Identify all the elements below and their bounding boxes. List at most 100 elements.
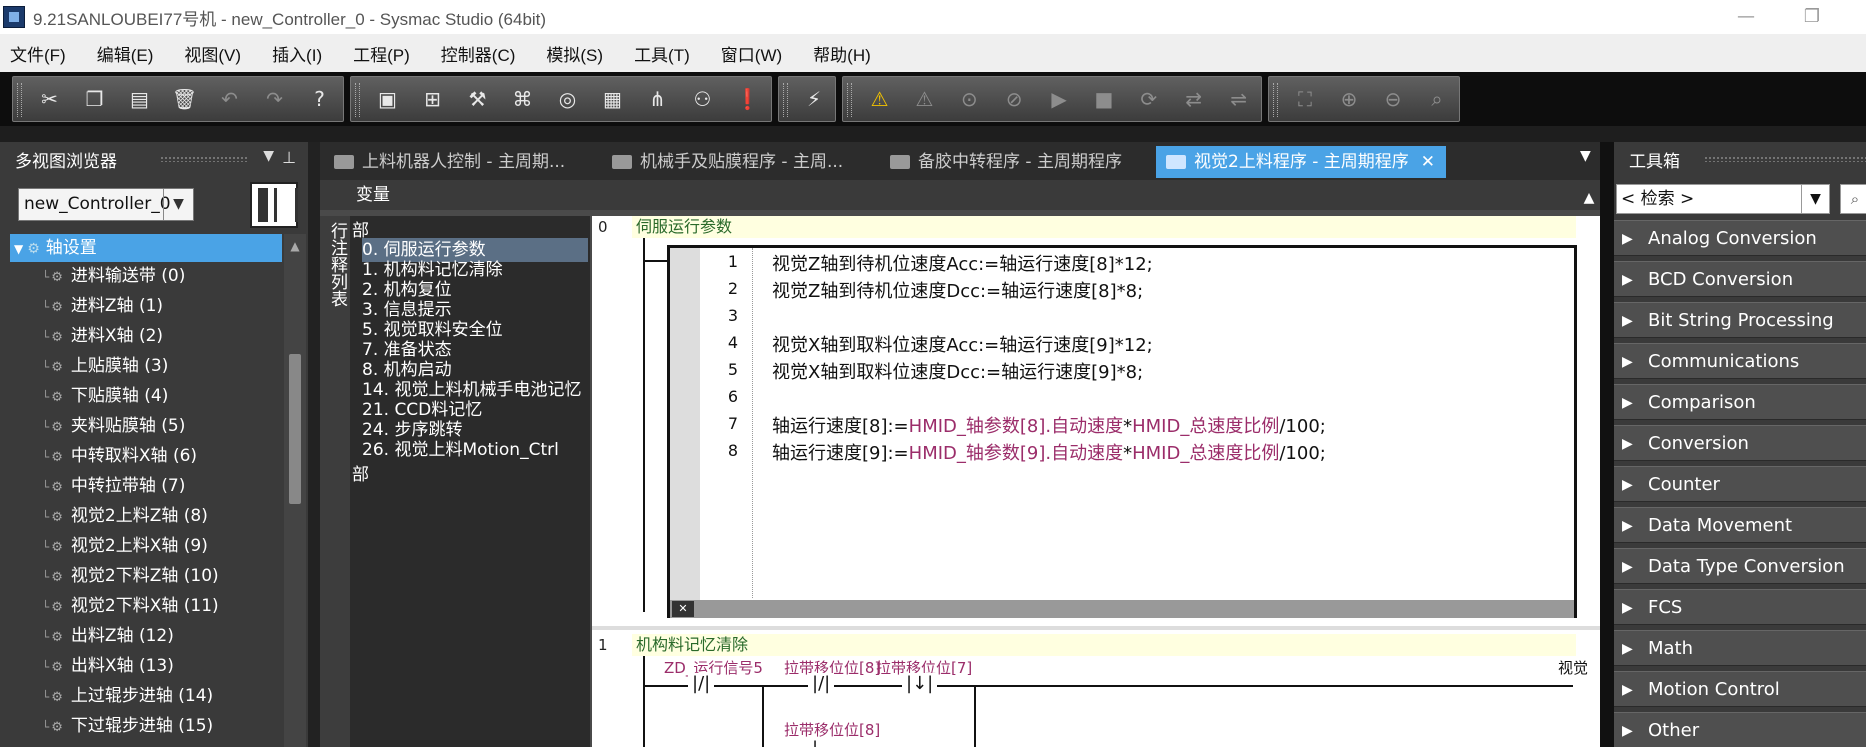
network-icon[interactable]: ⌘	[500, 79, 545, 119]
zoom-out-icon[interactable]: ⊖	[1371, 79, 1415, 119]
tree-item-axis[interactable]: └ ⚙ 下过辊步进轴 (15)	[42, 711, 213, 741]
controller-device-icon[interactable]	[250, 182, 298, 228]
ladder-program-area[interactable]: 0 伺服运行参数 1 2 3 4 5 6 7 8 视觉Z轴到待机位速度Acc:=…	[592, 216, 1600, 747]
code-line[interactable]: 视觉Z轴到待机位速度Acc:=轴运行速度[8]*12;	[772, 250, 1153, 276]
minimize-button[interactable]: —	[1720, 2, 1772, 32]
pin-icon[interactable]: ⊥	[282, 148, 296, 167]
toolbox-category[interactable]: ▶ Data Type Conversion	[1614, 548, 1866, 584]
undo-icon[interactable]: ↶	[207, 79, 252, 119]
chevron-down-icon[interactable]: ▼	[163, 189, 193, 220]
window-icon[interactable]: ⊞	[410, 79, 455, 119]
warning-icon[interactable]: ⚠	[857, 79, 902, 119]
menu-view[interactable]: 视图(V)	[180, 41, 245, 66]
rung-comment[interactable]: 机构料记忆清除	[632, 634, 1576, 656]
section-item[interactable]: 26. 视觉上料Motion_Ctrl	[362, 438, 588, 462]
menu-tools[interactable]: 工具(T)	[630, 41, 694, 66]
transfer-icon[interactable]: ▶	[1037, 79, 1082, 119]
menu-insert[interactable]: 插入(I)	[268, 41, 326, 66]
tree-item-axis[interactable]: └ ⚙ 视觉2上料X轴 (9)	[42, 531, 208, 561]
tree-item-axis[interactable]: └ ⚙ 出料Z轴 (12)	[42, 621, 174, 651]
tree-item-axis[interactable]: └ ⚙ 进料Z轴 (1)	[42, 291, 163, 321]
redo-icon[interactable]: ↷	[252, 79, 297, 119]
stop-icon[interactable]: ■	[1081, 79, 1126, 119]
menu-file[interactable]: 文件(F)	[6, 41, 70, 66]
toolbox-category[interactable]: ▶ Other	[1614, 712, 1866, 747]
zoom-in-icon[interactable]: ⊕	[1327, 79, 1371, 119]
tree-item-axis[interactable]: └ ⚙ 出料X轴 (13)	[42, 651, 174, 681]
toolbox-category[interactable]: ▶ Analog Conversion	[1614, 220, 1866, 256]
tree-item-axis[interactable]: └ ⚙ 进料输送带 (0)	[42, 261, 185, 291]
code-line[interactable]: 视觉Z轴到待机位速度Dcc:=轴运行速度[8]*8;	[772, 277, 1143, 303]
tree-item-axis[interactable]: └ ⚙ 中转取料X轴 (6)	[42, 441, 197, 471]
toolbox-category[interactable]: ▶ Counter	[1614, 466, 1866, 502]
zoom-search-icon[interactable]: ⌕	[1415, 79, 1459, 119]
copy-icon[interactable]: ❐	[72, 79, 117, 119]
delete-icon[interactable]: 🗑	[162, 79, 207, 119]
menu-window[interactable]: 窗口(W)	[717, 41, 786, 66]
paste-icon[interactable]: ▤	[117, 79, 162, 119]
code-line[interactable]: 轴运行速度[8]:=HMID_轴参数[8].自动速度*HMID_总速度比例/10…	[772, 412, 1326, 438]
toolbox-category[interactable]: ▶ FCS	[1614, 589, 1866, 625]
nc-contact-icon[interactable]: |/|	[808, 673, 835, 694]
toolbox-category[interactable]: ▶ Math	[1614, 630, 1866, 666]
nc-contact-icon[interactable]: |/|	[688, 673, 715, 694]
line-comment-list-label[interactable]: 行注释列表	[320, 216, 350, 747]
menu-help[interactable]: 帮助(H)	[809, 41, 875, 66]
tab-list-icon[interactable]: ▼	[1580, 148, 1591, 164]
tree-item-axis[interactable]: └ ⚙ 视觉2下料Z轴 (10)	[42, 561, 219, 591]
menu-simulation[interactable]: 模拟(S)	[542, 41, 607, 66]
menu-project[interactable]: 工程(P)	[349, 41, 414, 66]
tree-item-axis[interactable]: └ ⚙ 夹料贴膜轴 (5)	[42, 411, 185, 441]
tree-scrollbar[interactable]: ▲	[284, 234, 306, 747]
controller-select[interactable]: new_Controller_0 ▼	[18, 188, 194, 221]
io-map-icon[interactable]: ⋔	[635, 79, 680, 119]
sync-icon[interactable]: ⇄	[1171, 79, 1216, 119]
toolbox-category[interactable]: ▶ Communications	[1614, 343, 1866, 379]
monitor-icon[interactable]: ⊙	[947, 79, 992, 119]
error-icon[interactable]: ❗	[725, 79, 770, 119]
tree-item-axis[interactable]: └ ⚙ 上过辊步进轴 (14)	[42, 681, 213, 711]
tab-glue-transfer[interactable]: 备胶中转程序 - 主周期程序	[880, 146, 1152, 178]
variables-bar[interactable]: 变量 ▲	[320, 180, 1600, 210]
menu-controller[interactable]: 控制器(C)	[437, 41, 520, 66]
code-line[interactable]: 视觉X轴到取料位速度Acc:=轴运行速度[9]*12;	[772, 331, 1153, 357]
scroll-up-icon[interactable]: ▲	[284, 234, 306, 258]
code-line[interactable]: 视觉X轴到取料位速度Dcc:=轴运行速度[9]*8;	[772, 358, 1143, 384]
toolbox-category[interactable]: ▶ Data Movement	[1614, 507, 1866, 543]
build-icon[interactable]: ⚒	[455, 79, 500, 119]
toolbox-category[interactable]: ▶ Comparison	[1614, 384, 1866, 420]
tree-node-axis-settings[interactable]: ▼ ⚙ 轴设置	[10, 234, 282, 262]
3d-view-icon[interactable]: ▣	[365, 79, 410, 119]
tree-item-axis[interactable]: └ ⚙ 进料X轴 (2)	[42, 321, 163, 351]
toolbox-category[interactable]: ▶ Conversion	[1614, 425, 1866, 461]
tab-robot-control[interactable]: 上料机器人控制 - 主周期...	[324, 146, 586, 178]
tree-item-axis[interactable]: └ ⚙ 下贴膜轴 (4)	[42, 381, 168, 411]
scrollbar-thumb[interactable]	[289, 354, 301, 504]
rung-comment[interactable]: 伺服运行参数	[632, 216, 1576, 238]
code-line[interactable]: 轴运行速度[9]:=HMID_轴参数[9].自动速度*HMID_总速度比例/10…	[772, 439, 1326, 465]
tree-item-axis[interactable]: └ ⚙ 中转拉带轴 (7)	[42, 471, 185, 501]
cut-icon[interactable]: ✂	[27, 79, 72, 119]
st-horizontal-scrollbar[interactable]: ✕	[670, 600, 1574, 618]
reset-icon[interactable]: ⟳	[1126, 79, 1171, 119]
warning-off-icon[interactable]: ⚠	[902, 79, 947, 119]
falling-edge-contact-icon[interactable]: |↓|	[902, 673, 938, 694]
st-inline-box[interactable]: 1 2 3 4 5 6 7 8 视觉Z轴到待机位速度Acc:=轴运行速度[8]*…	[667, 245, 1577, 618]
expand-caret-icon[interactable]: ▼	[14, 242, 23, 256]
close-icon[interactable]: ✕	[1421, 152, 1435, 172]
close-icon[interactable]: ✕	[672, 601, 694, 617]
monitor-off-icon[interactable]: ⊘	[992, 79, 1037, 119]
chevron-down-icon[interactable]: ▼	[263, 148, 274, 164]
menu-edit[interactable]: 编辑(E)	[93, 41, 158, 66]
search-icon[interactable]: ⌕	[1840, 184, 1866, 214]
chevron-down-icon[interactable]: ▼	[1801, 185, 1829, 213]
toolbox-category[interactable]: ▶ Motion Control	[1614, 671, 1866, 707]
tab-vision2-loading[interactable]: 视觉2上料程序 - 主周期程序 ✕	[1156, 146, 1446, 178]
toolbox-category[interactable]: ▶ BCD Conversion	[1614, 261, 1866, 297]
binoculars-icon[interactable]: ⚇	[680, 79, 725, 119]
tree-item-axis[interactable]: └ ⚙ 上贴膜轴 (3)	[42, 351, 168, 381]
watch-icon[interactable]: ◎	[545, 79, 590, 119]
toolbox-search-input[interactable]: < 检索 > ▼	[1616, 184, 1830, 214]
help-icon[interactable]: ?	[297, 79, 342, 119]
restore-button[interactable]: ❐	[1786, 2, 1838, 32]
